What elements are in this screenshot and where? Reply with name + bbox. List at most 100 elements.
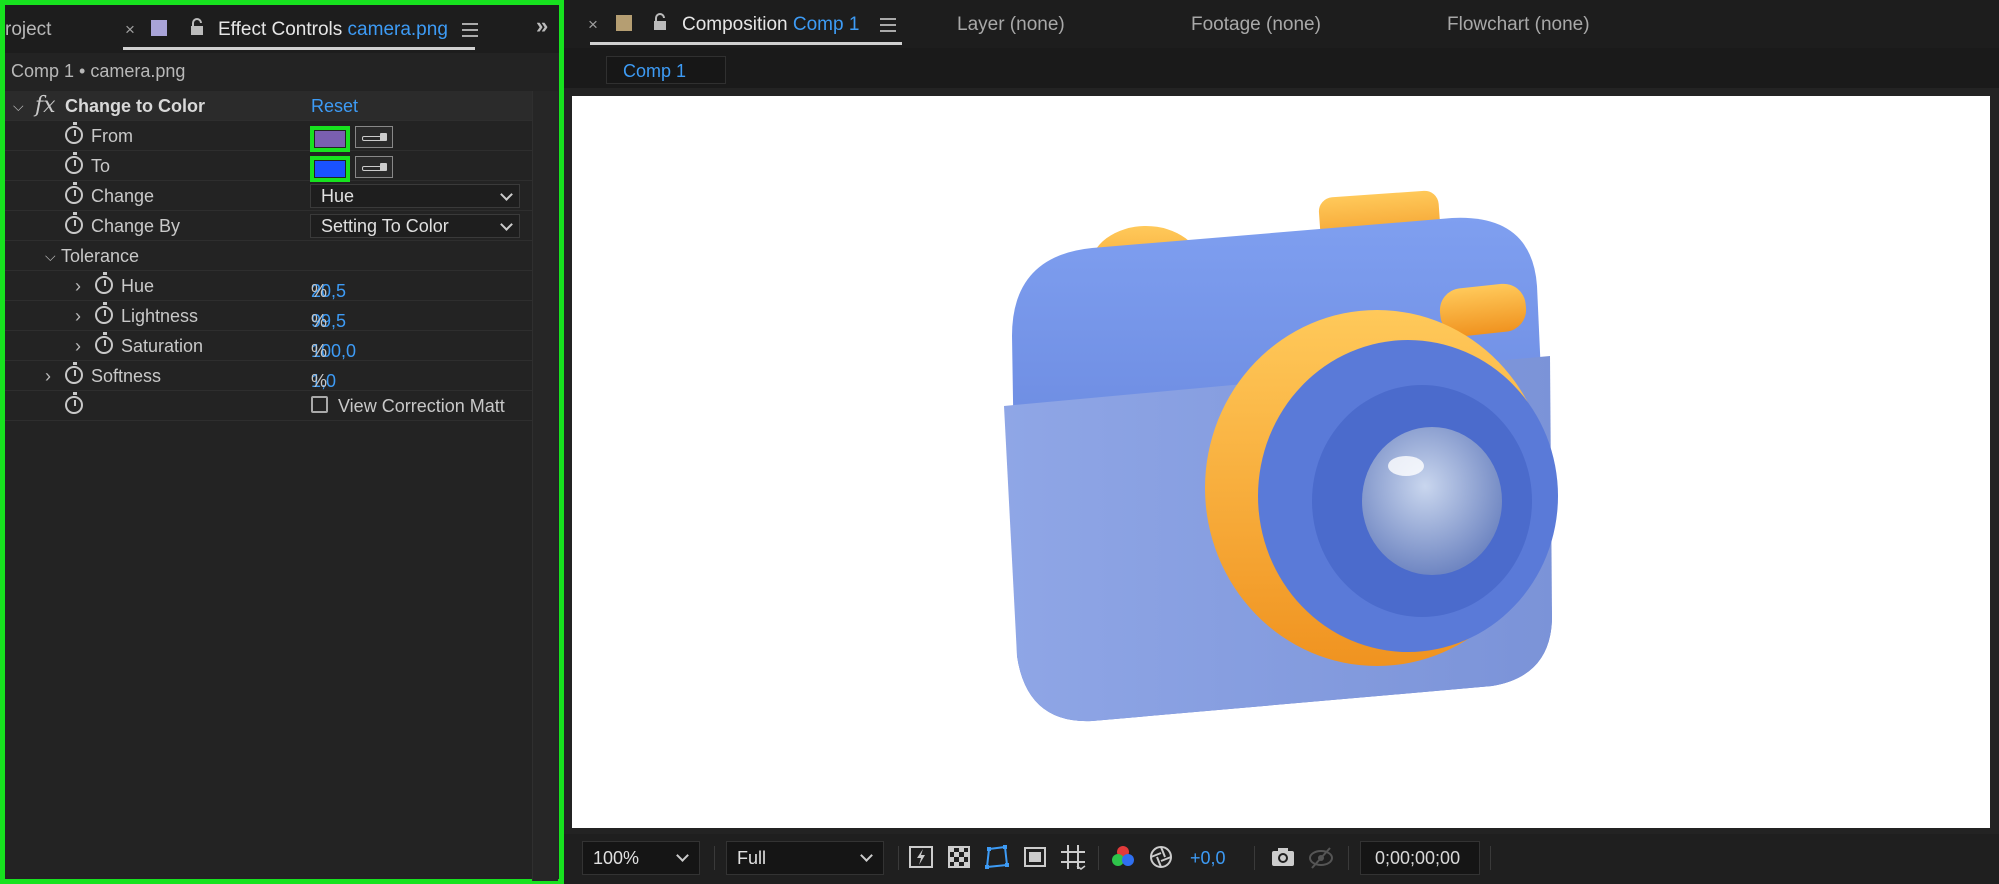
overflow-chevrons-icon[interactable]: » xyxy=(536,13,548,39)
viewer-toolbar: 100% Full +0,0 0;00;00;00 xyxy=(564,834,1999,884)
zoom-dropdown[interactable]: 100% xyxy=(582,841,700,875)
expand-chevron-icon[interactable]: › xyxy=(75,306,81,327)
collapse-chevron-icon[interactable]: ⌵ xyxy=(13,98,24,115)
stopwatch-icon[interactable] xyxy=(95,302,113,324)
view-correction-label: View Correction Matt xyxy=(338,396,505,416)
to-color-fill xyxy=(315,161,345,177)
tab-composition-name: Comp 1 xyxy=(792,14,860,35)
eyedropper-icon[interactable] xyxy=(355,156,393,178)
lens-glass xyxy=(1362,427,1502,575)
eyedropper-icon[interactable] xyxy=(355,126,393,148)
subtab-comp-1[interactable]: Comp 1 xyxy=(606,56,726,84)
lock-icon[interactable] xyxy=(189,18,205,36)
panel-menu-icon[interactable] xyxy=(462,23,478,37)
stopwatch-icon[interactable] xyxy=(65,152,83,174)
property-label-to: To xyxy=(91,156,111,176)
property-label-hue: Hue xyxy=(121,276,155,296)
tab-footage[interactable]: Footage (none) xyxy=(1191,14,1321,36)
expand-chevron-icon[interactable]: › xyxy=(75,276,81,297)
change-by-dropdown-value: Setting To Color xyxy=(321,216,449,236)
resolution-dropdown[interactable]: Full xyxy=(726,841,884,875)
panel-menu-icon[interactable] xyxy=(880,18,896,32)
toolbar-separator xyxy=(898,846,899,870)
effect-controls-panel: roject × Effect Controls camera.png » Co… xyxy=(0,0,564,884)
chevron-down-icon xyxy=(676,849,689,862)
tab-flowchart[interactable]: Flowchart (none) xyxy=(1447,14,1590,36)
region-of-interest-icon[interactable] xyxy=(1022,844,1048,870)
collapse-chevron-icon[interactable]: ⌵ xyxy=(45,248,56,265)
chevron-down-icon xyxy=(500,188,513,201)
timecode-display[interactable]: 0;00;00;00 xyxy=(1360,841,1480,875)
toolbar-separator xyxy=(1490,846,1491,870)
expand-chevron-icon[interactable]: › xyxy=(75,336,81,357)
stopwatch-icon[interactable] xyxy=(95,272,113,294)
stopwatch-icon[interactable] xyxy=(65,392,83,414)
tab-effect-controls[interactable]: Effect Controls camera.png xyxy=(218,19,448,41)
property-row-saturation: › Saturation 100,0% xyxy=(5,331,533,361)
snapshot-camera-icon[interactable] xyxy=(1270,844,1296,870)
property-row-lightness: › Lightness 99,5% xyxy=(5,301,533,331)
channels-rgb-icon[interactable] xyxy=(1110,844,1136,870)
chevron-down-icon xyxy=(860,849,873,862)
property-row-softness: › Softness 1,0% xyxy=(5,361,533,391)
reset-link[interactable]: Reset xyxy=(311,96,358,117)
zoom-value: 100% xyxy=(593,848,640,868)
right-tab-bar: × Composition Comp 1 Layer (none) Footag… xyxy=(564,0,1999,48)
exposure-icon[interactable] xyxy=(1148,844,1174,870)
change-by-dropdown[interactable]: Setting To Color xyxy=(310,214,520,238)
show-snapshot-icon[interactable] xyxy=(1308,844,1334,870)
left-tab-bar: roject × Effect Controls camera.png » xyxy=(5,5,559,53)
fx-icon[interactable]: fx xyxy=(35,93,56,118)
expand-chevron-icon[interactable]: › xyxy=(45,366,51,387)
from-color-fill xyxy=(315,131,345,147)
to-color-swatch[interactable] xyxy=(310,156,350,182)
property-group-tolerance[interactable]: ⌵ Tolerance xyxy=(5,241,533,271)
from-color-swatch[interactable] xyxy=(310,126,350,152)
comp-subtab-bar: Comp 1 xyxy=(564,48,1999,88)
panel-scrollbar[interactable] xyxy=(532,91,558,881)
close-icon[interactable]: × xyxy=(588,15,598,35)
property-row-to: To xyxy=(5,151,533,182)
property-row-change: Change Hue xyxy=(5,181,533,211)
stopwatch-icon[interactable] xyxy=(65,362,83,384)
mask-path-visibility-icon[interactable] xyxy=(984,844,1010,870)
composition-panel: × Composition Comp 1 Layer (none) Footag… xyxy=(564,0,1999,884)
percent-unit: % xyxy=(311,371,328,391)
active-tab-underline xyxy=(590,42,902,45)
view-correction-checkbox[interactable] xyxy=(311,396,328,413)
tab-composition[interactable]: Composition Comp 1 xyxy=(682,14,859,36)
effect-header-row: ⌵ fx Change to Color Reset xyxy=(5,91,533,121)
lock-icon[interactable] xyxy=(652,13,668,31)
toolbar-separator xyxy=(1348,846,1349,870)
percent-unit: % xyxy=(311,341,328,361)
resolution-value: Full xyxy=(737,848,767,868)
lens-highlight xyxy=(1388,456,1424,476)
property-label-softness: Softness xyxy=(91,366,162,386)
transparency-grid-icon[interactable] xyxy=(946,844,972,870)
effect-properties: ⌵ fx Change to Color Reset From To Chang… xyxy=(5,91,533,421)
property-label-change-by: Change By xyxy=(91,216,181,236)
tab-project[interactable]: roject xyxy=(5,19,51,41)
stopwatch-icon[interactable] xyxy=(65,212,83,234)
stopwatch-icon[interactable] xyxy=(95,332,113,354)
stopwatch-icon[interactable] xyxy=(65,122,83,144)
app-window: roject × Effect Controls camera.png » Co… xyxy=(0,0,1999,884)
effect-name: Change to Color xyxy=(65,96,205,116)
percent-unit: % xyxy=(311,281,328,301)
fast-previews-icon[interactable] xyxy=(908,844,934,870)
property-label-lightness: Lightness xyxy=(121,306,199,326)
toolbar-separator xyxy=(714,846,715,870)
property-row-view-correction: View Correction Matt xyxy=(5,391,533,421)
tab-layer[interactable]: Layer (none) xyxy=(957,14,1065,36)
tab-effect-controls-label: Effect Controls xyxy=(218,19,343,40)
camera-image xyxy=(1004,190,1558,722)
stopwatch-icon[interactable] xyxy=(65,182,83,204)
exposure-value[interactable]: +0,0 xyxy=(1190,848,1226,869)
panel-color-swatch-icon xyxy=(151,20,167,36)
close-icon[interactable]: × xyxy=(125,20,135,40)
composition-viewer[interactable] xyxy=(572,96,1990,828)
panel-color-swatch-icon xyxy=(616,15,632,31)
tab-composition-label: Composition xyxy=(682,14,788,35)
change-dropdown[interactable]: Hue xyxy=(310,184,520,208)
guides-grid-icon[interactable] xyxy=(1060,844,1086,870)
